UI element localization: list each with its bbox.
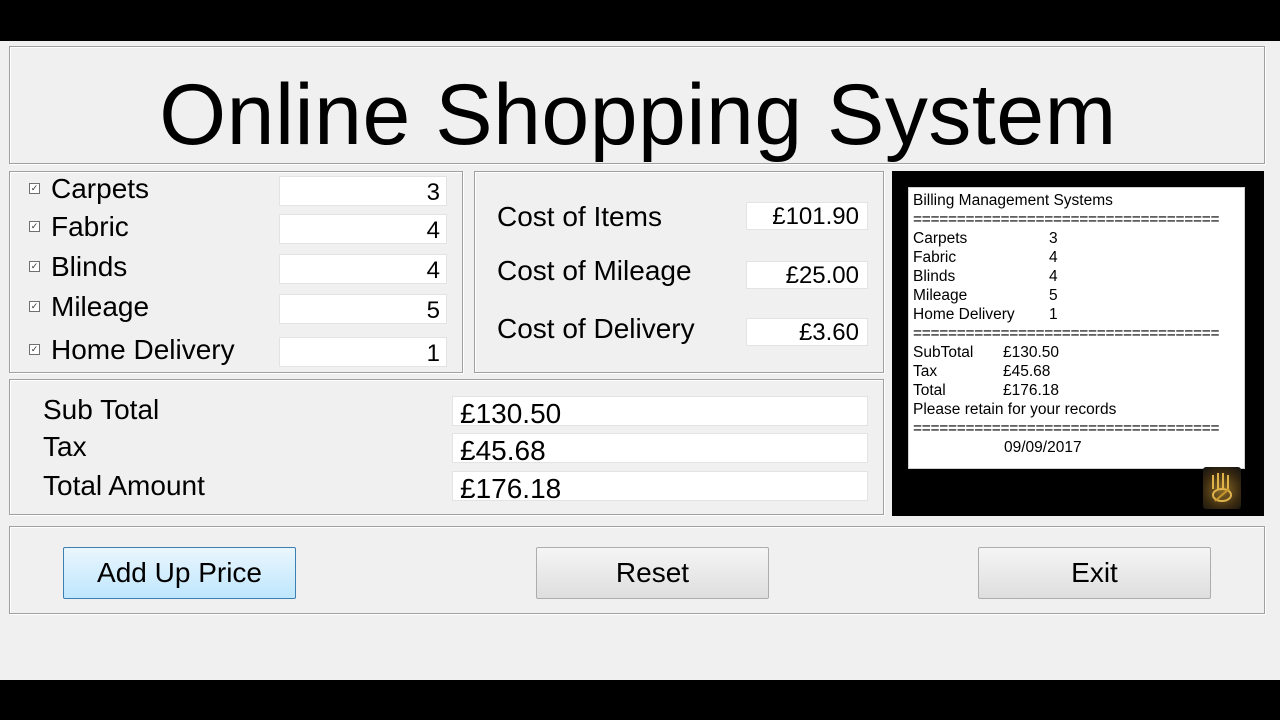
receipt-item-name: Carpets <box>913 230 968 247</box>
item-row-mileage: ✓ Mileage 5 <box>10 290 464 324</box>
home-delivery-label: Home Delivery <box>51 334 235 365</box>
home-delivery-qty-input[interactable]: 1 <box>279 337 447 367</box>
receipt-item-name: Fabric <box>913 249 957 266</box>
blinds-checkbox[interactable]: ✓ <box>29 261 40 272</box>
receipt-textbox[interactable]: Billing Management Systems =============… <box>908 187 1245 469</box>
receipt-item-qty: 1 <box>1049 306 1058 323</box>
cost-of-items-field[interactable]: £101.90 <box>746 202 868 230</box>
receipt-item-row: Blinds 4 <box>913 267 1240 286</box>
fabric-label: Fabric <box>51 211 129 242</box>
receipt-item-row: Home Delivery 1 <box>913 305 1240 324</box>
receipt-item-row: Mileage 5 <box>913 286 1240 305</box>
receipt-separator: =================================== <box>913 420 1220 437</box>
receipt-separator: =================================== <box>913 211 1220 228</box>
receipt-item-qty: 5 <box>1049 287 1058 304</box>
carpets-qty-input[interactable]: 3 <box>279 176 447 206</box>
item-row-blinds: ✓ Blinds 4 <box>10 250 464 284</box>
fabric-checkbox[interactable]: ✓ <box>29 221 40 232</box>
receipt-item-name: Home Delivery <box>913 306 1015 323</box>
exit-button[interactable]: Exit <box>978 547 1211 599</box>
receipt-total-name: Total <box>913 382 946 399</box>
receipt-heading: Billing Management Systems <box>913 192 1113 209</box>
receipt-total-value: £130.50 <box>1003 344 1060 361</box>
costs-group: Cost of Items £101.90 Cost of Mileage £2… <box>474 171 884 373</box>
tax-field[interactable]: £45.68 <box>452 433 868 466</box>
cost-of-items-label: Cost of Items <box>497 201 662 232</box>
receipt-item-row: Carpets 3 <box>913 229 1240 248</box>
items-group: ✓ Carpets 3 ✓ Fabric 4 ✓ Blinds 4 ✓ Mile… <box>9 171 463 373</box>
total-amount-label: Total Amount <box>43 470 205 501</box>
receipt-item-row: Fabric 4 <box>913 248 1240 267</box>
total-amount-field[interactable]: £176.18 <box>452 471 868 504</box>
receipt-total-row: Total £176.18 <box>913 381 1240 400</box>
blinds-label: Blinds <box>51 251 128 282</box>
app-title: Online Shopping System <box>159 67 1117 163</box>
logo-icon <box>1203 467 1241 509</box>
receipt-item-name: Mileage <box>913 287 968 304</box>
letterbox-top <box>0 0 1280 41</box>
tax-label: Tax <box>43 431 87 462</box>
buttons-group: Add Up Price Reset Exit <box>9 526 1265 614</box>
mileage-qty-input[interactable]: 5 <box>279 294 447 324</box>
home-delivery-checkbox[interactable]: ✓ <box>29 344 40 355</box>
mileage-checkbox[interactable]: ✓ <box>29 301 40 312</box>
receipt-total-row: SubTotal £130.50 <box>913 343 1240 362</box>
blinds-qty-input[interactable]: 4 <box>279 254 447 284</box>
receipt-item-qty: 4 <box>1049 268 1058 285</box>
totals-group: Sub Total £130.50 Tax £45.68 Total Amoun… <box>9 379 884 515</box>
cost-of-delivery-label: Cost of Delivery <box>497 313 695 344</box>
receipt-total-value: £45.68 <box>1003 363 1051 380</box>
item-row-carpets: ✓ Carpets 3 <box>10 172 464 206</box>
add-up-price-button[interactable]: Add Up Price <box>63 547 296 599</box>
mileage-label: Mileage <box>51 291 150 322</box>
receipt-separator: =================================== <box>913 325 1220 342</box>
receipt-item-qty: 4 <box>1049 249 1058 266</box>
receipt-item-name: Blinds <box>913 268 956 285</box>
item-row-home-delivery: ✓ Home Delivery 1 <box>10 333 464 367</box>
receipt-total-value: £176.18 <box>1003 382 1060 399</box>
receipt-total-row: Tax £45.68 <box>913 362 1240 381</box>
carpets-checkbox[interactable]: ✓ <box>29 183 40 194</box>
fabric-qty-input[interactable]: 4 <box>279 214 447 244</box>
receipt-panel: Billing Management Systems =============… <box>892 171 1264 516</box>
sub-total-label: Sub Total <box>43 394 160 425</box>
cost-of-delivery-field[interactable]: £3.60 <box>746 318 868 346</box>
item-row-fabric: ✓ Fabric 4 <box>10 210 464 244</box>
cost-of-mileage-field[interactable]: £25.00 <box>746 261 868 289</box>
reset-button[interactable]: Reset <box>536 547 769 599</box>
main-form: Online Shopping System ✓ Carpets 3 ✓ Fab… <box>0 41 1280 680</box>
receipt-date: 09/09/2017 <box>1004 439 1082 456</box>
receipt-total-name: SubTotal <box>913 344 974 361</box>
cost-of-mileage-label: Cost of Mileage <box>497 255 692 286</box>
sub-total-field[interactable]: £130.50 <box>452 396 868 429</box>
letterbox-bottom <box>0 680 1280 720</box>
carpets-label: Carpets <box>51 173 150 204</box>
receipt-total-name: Tax <box>913 363 938 380</box>
title-group: Online Shopping System <box>9 46 1265 164</box>
receipt-note: Please retain for your records <box>913 401 1117 418</box>
receipt-item-qty: 3 <box>1049 230 1058 247</box>
